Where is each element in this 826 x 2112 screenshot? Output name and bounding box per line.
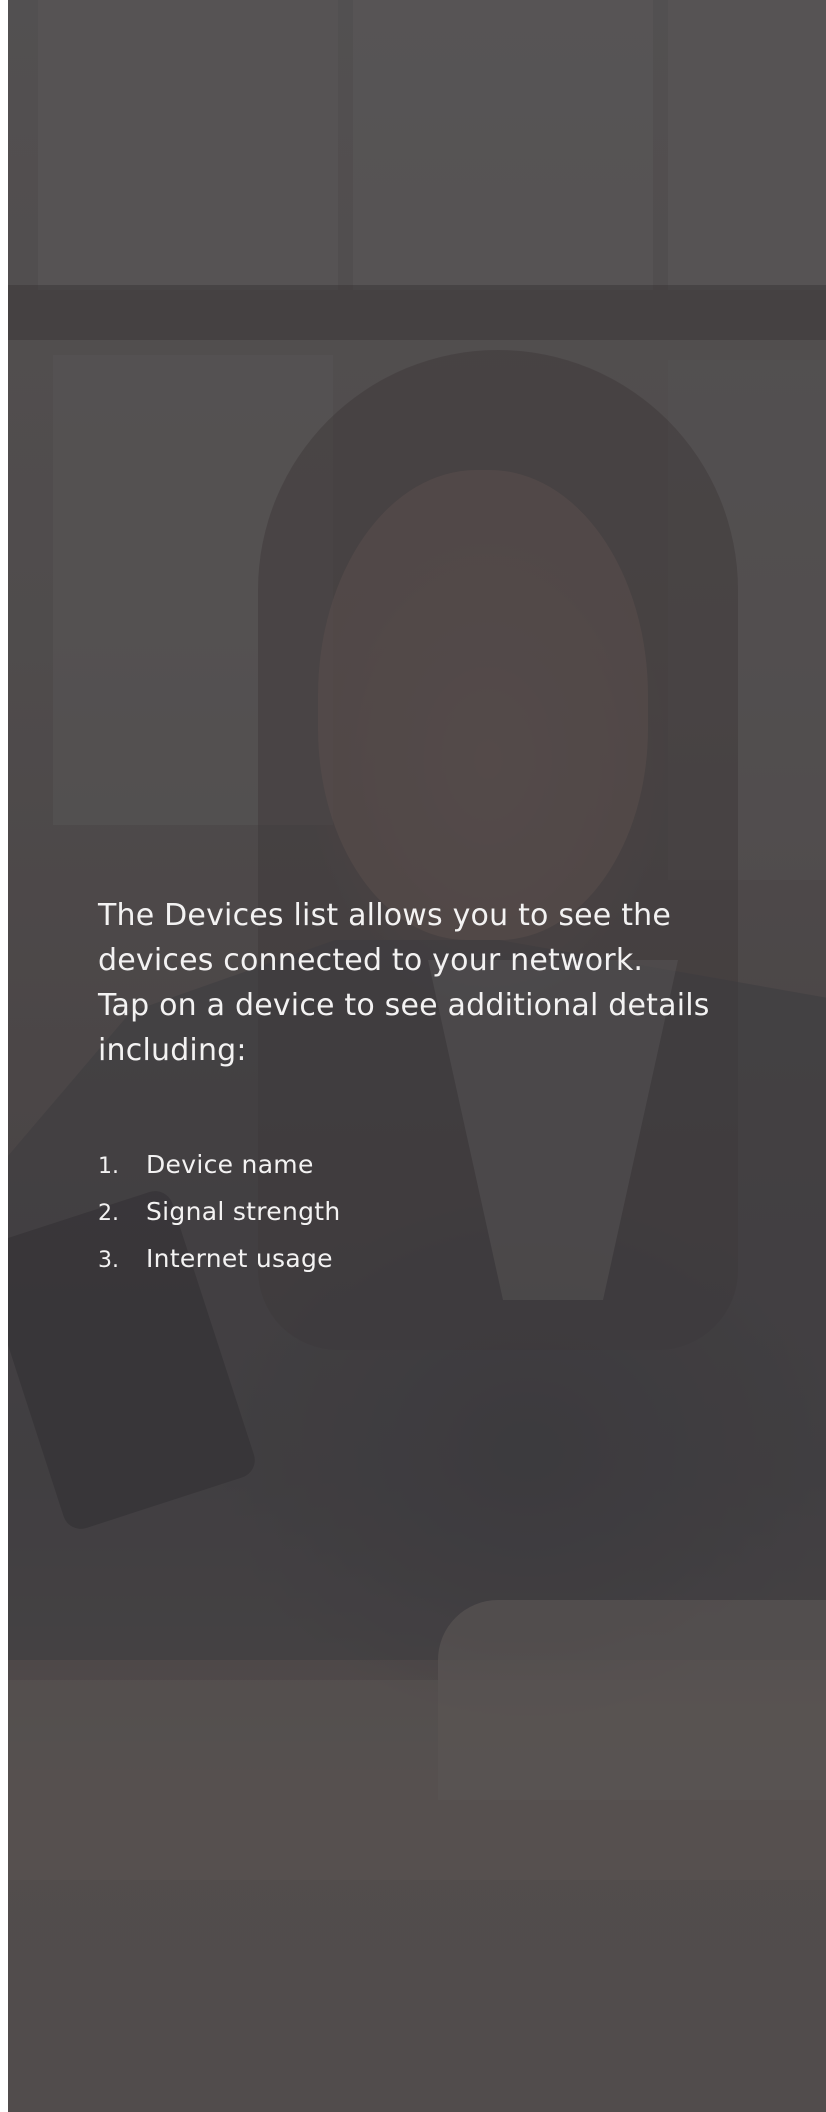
details-list: 1. Device name 2. Signal strength 3. Int… [98, 1141, 738, 1282]
list-item-number: 2. [98, 1201, 119, 1226]
list-item-number: 1. [98, 1154, 119, 1179]
onboarding-text-panel: The Devices list allows you to see the d… [98, 893, 738, 1282]
intro-line: The Devices list allows you to see the [98, 898, 672, 933]
list-item-label: Signal strength [146, 1197, 341, 1226]
intro-line: including: [98, 1033, 247, 1068]
list-item: 1. Device name [98, 1141, 738, 1188]
intro-line: Tap on a device to see additional detail… [98, 988, 710, 1023]
list-item: 3. Internet usage [98, 1235, 738, 1282]
list-item-label: Device name [146, 1150, 314, 1179]
list-item-number: 3. [98, 1248, 119, 1273]
intro-paragraph: The Devices list allows you to see the d… [98, 893, 738, 1073]
intro-line: devices connected to your network. [98, 943, 644, 978]
list-item-label: Internet usage [146, 1244, 333, 1273]
list-item: 2. Signal strength [98, 1188, 738, 1235]
